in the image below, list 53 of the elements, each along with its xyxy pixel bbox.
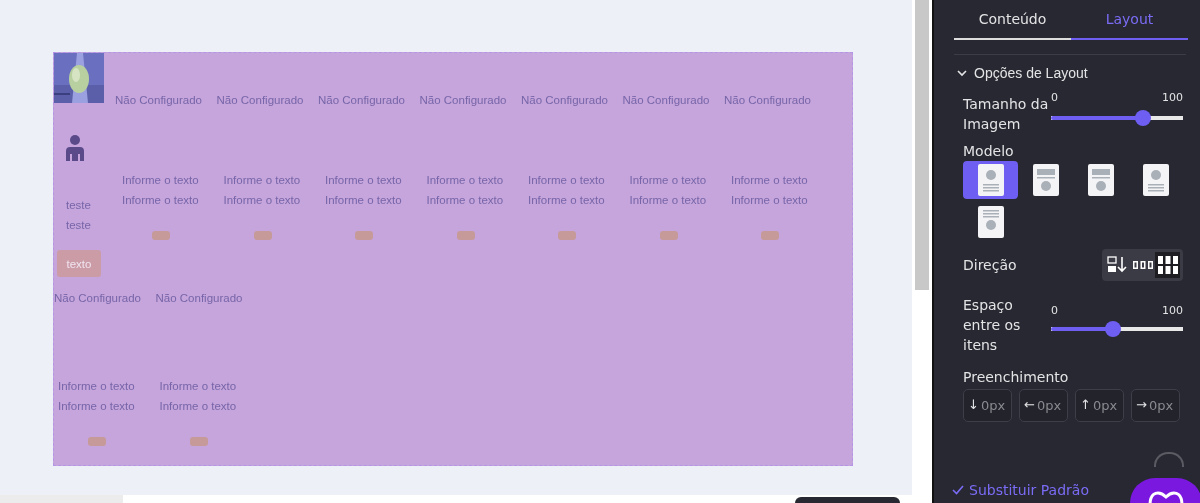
chevron-icon: [956, 67, 968, 79]
label-text: Não Configurado: [521, 94, 609, 106]
tab[interactable]: Conteúdo: [954, 0, 1071, 40]
label-text: Não Configurado: [419, 94, 508, 106]
placeholder-text: Informe o texto: [731, 173, 809, 188]
placeholder-text: Informe o texto: [528, 193, 606, 208]
arrow-icon: →: [1136, 397, 1147, 412]
label-text: Não Configurado: [622, 94, 711, 106]
label-text: Não Configurado: [216, 94, 305, 106]
placeholder-text: Informe o texto: [122, 193, 200, 208]
slider-label: Tamanho da Imagem: [963, 95, 1050, 134]
label-text: Não Configurado: [318, 94, 406, 106]
field-label: Direção: [963, 257, 1017, 273]
override-label[interactable]: Substituir Padrão: [969, 482, 1089, 498]
placeholder-text: Informe o texto: [629, 173, 708, 188]
person-icon: [65, 135, 85, 161]
tab[interactable]: Layout: [1071, 0, 1188, 40]
max-value: 100: [1162, 303, 1183, 319]
placeholder-text: Informe o texto: [325, 173, 403, 188]
placeholder-text: Informe o texto: [223, 193, 302, 208]
arrow-icon: ←: [1024, 397, 1035, 412]
placeholder-text: Informe o texto: [58, 379, 136, 394]
label-text: teste: [66, 218, 92, 233]
label-text: Não Configurado: [155, 292, 244, 304]
label-text: Não Configurado: [54, 292, 142, 304]
field-label: Preenchimento: [963, 369, 1070, 385]
scrollbar[interactable]: [915, 0, 929, 290]
min-value: 0: [1051, 303, 1058, 319]
min-value: 0: [1051, 90, 1058, 106]
label-text: Não Configurado: [115, 94, 203, 106]
grid-layout-icon[interactable]: [1155, 252, 1180, 278]
placeholder-text: Informe o texto: [159, 399, 238, 414]
arc-icon: [1154, 452, 1184, 467]
arrow-icon: ↑: [1080, 397, 1091, 412]
placeholder-text: Informe o texto: [426, 173, 505, 188]
placeholder-text: Informe o texto: [629, 193, 708, 208]
arrow-icon: ↓: [968, 397, 979, 412]
slider-thumb[interactable]: [1105, 321, 1122, 337]
placeholder-text: Informe o texto: [223, 173, 302, 188]
slider-thumb[interactable]: [1135, 110, 1152, 126]
placeholder-text: Informe o texto: [426, 193, 505, 208]
max-value: 100: [1162, 90, 1183, 106]
placeholder-text: Informe o texto: [159, 379, 238, 394]
placeholder-text: Informe o texto: [122, 173, 200, 188]
placeholder-text: Informe o texto: [731, 193, 809, 208]
placeholder-text: Informe o texto: [528, 173, 606, 188]
label-text: teste: [66, 198, 92, 213]
placeholder-text: Informe o texto: [325, 193, 403, 208]
slider-label: Espaço entre os itens: [963, 296, 1022, 355]
label-text: Não Configurado: [724, 94, 812, 106]
text-button[interactable]: texto: [57, 250, 101, 277]
field-label: Modelo: [963, 143, 1015, 159]
placeholder-text: Informe o texto: [58, 399, 136, 414]
